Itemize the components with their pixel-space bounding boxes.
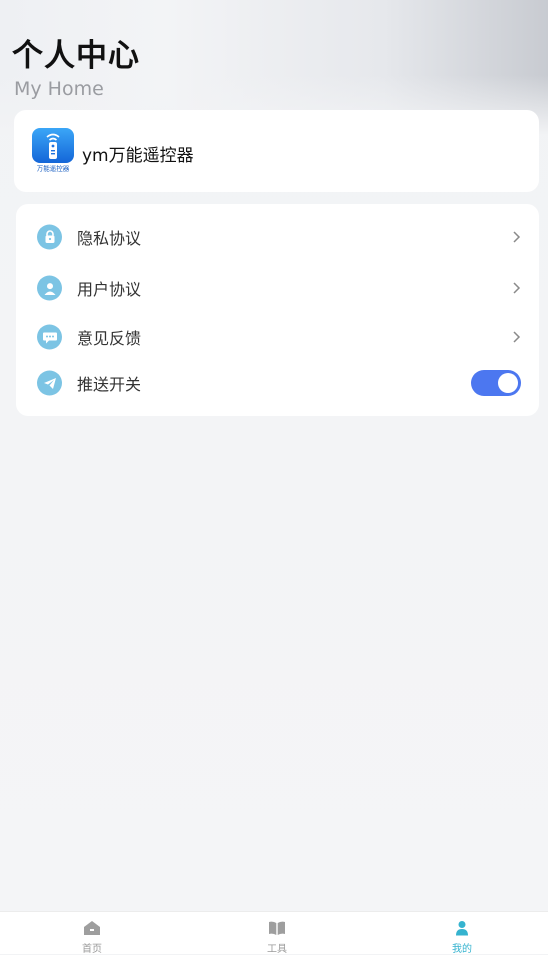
chevron-right-icon	[513, 331, 521, 343]
bottom-tab-bar: 首页 工具 我的	[0, 911, 548, 955]
home-icon	[84, 921, 100, 935]
page-subtitle: My Home	[14, 78, 104, 100]
menu-item-push-notifications: 推送开关	[16, 359, 539, 407]
page-title: 个人中心	[12, 38, 140, 74]
chevron-right-icon	[513, 231, 521, 243]
menu-item-label: 意见反馈	[77, 329, 142, 348]
tab-label: 首页	[82, 944, 102, 955]
tab-mine[interactable]: 我的	[422, 912, 502, 955]
menu-item-label: 隐私协议	[77, 229, 142, 248]
push-toggle[interactable]	[471, 370, 521, 396]
lock-icon	[37, 224, 62, 250]
tab-label: 我的	[452, 944, 472, 955]
logo-caption: 万能遥控器	[37, 164, 70, 173]
menu-item-label: 推送开关	[77, 375, 142, 394]
tab-tools[interactable]: 工具	[237, 912, 317, 955]
user-icon	[37, 275, 62, 301]
menu-item-label: 用户协议	[77, 280, 142, 299]
chat-bubble-icon	[37, 324, 62, 350]
tab-home[interactable]: 首页	[52, 912, 132, 955]
person-icon	[456, 921, 468, 936]
settings-menu: 隐私协议 用户协议 意见反馈 推送开关	[16, 204, 539, 416]
menu-item-feedback[interactable]: 意见反馈	[16, 313, 539, 361]
paper-plane-icon	[37, 370, 62, 396]
app-name: ym万能遥控器	[82, 146, 194, 166]
toggle-knob	[498, 373, 518, 393]
tab-label: 工具	[267, 944, 287, 955]
chevron-right-icon	[513, 282, 521, 294]
menu-item-privacy-policy[interactable]: 隐私协议	[16, 213, 539, 261]
menu-item-user-agreement[interactable]: 用户协议	[16, 264, 539, 312]
book-icon	[269, 921, 285, 935]
profile-card[interactable]: 万能遥控器 ym万能遥控器	[14, 110, 539, 192]
app-logo: 万能遥控器	[32, 128, 74, 172]
